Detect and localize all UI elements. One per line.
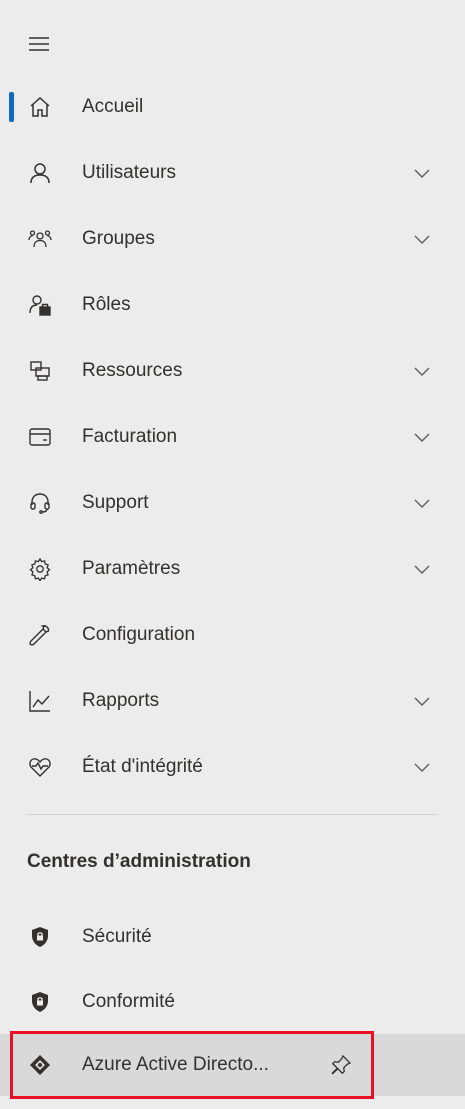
nav-item-support[interactable]: Support [0,472,465,534]
section-divider [27,814,437,815]
nav-item-etat-integrite[interactable]: État d'intégrité [0,736,465,798]
admin-centers-title: Centres d’administration [27,851,251,872]
shield-lock-icon [28,925,52,949]
heart-pulse-icon [28,755,52,779]
chevron-down-icon[interactable] [412,691,432,711]
gear-icon [28,557,52,581]
nav-item-label: Rôles [82,294,131,315]
home-icon [28,95,52,119]
selected-indicator [9,92,14,122]
wrench-icon [28,623,52,647]
resources-icon [28,359,52,383]
shield-lock-icon [28,990,52,1014]
nav-item-label: Ressources [82,360,183,381]
chevron-down-icon[interactable] [412,493,432,513]
navigation-pane: Accueil Utilisateurs Groupes Rôles Resso… [0,0,465,1109]
nav-item-label: Support [82,492,149,513]
chevron-down-icon[interactable] [412,361,432,381]
admin-item-label: Sécurité [82,926,152,947]
nav-item-label: Groupes [82,228,155,249]
nav-item-label: Utilisateurs [82,162,176,183]
nav-item-facturation[interactable]: Facturation [0,406,465,468]
groups-icon [28,227,52,251]
hamburger-menu-icon[interactable] [27,32,51,56]
nav-item-label: Configuration [82,624,196,645]
admin-item-securite[interactable]: Sécurité [0,906,465,968]
nav-item-utilisateurs[interactable]: Utilisateurs [0,142,465,204]
nav-item-rapports[interactable]: Rapports [0,670,465,732]
chevron-down-icon[interactable] [412,559,432,579]
nav-item-ressources[interactable]: Ressources [0,340,465,402]
nav-item-label: Paramètres [82,558,181,579]
user-icon [28,161,52,185]
chevron-down-icon[interactable] [412,757,432,777]
nav-item-configuration[interactable]: Configuration [0,604,465,666]
nav-item-groupes[interactable]: Groupes [0,208,465,270]
highlight-annotation-box [10,1031,374,1099]
nav-item-label: État d'intégrité [82,756,203,777]
nav-item-roles[interactable]: Rôles [0,274,465,336]
chevron-down-icon[interactable] [412,427,432,447]
chevron-down-icon[interactable] [412,229,432,249]
nav-item-parametres[interactable]: Paramètres [0,538,465,600]
admin-item-label: Conformité [82,991,175,1012]
billing-icon [28,425,52,449]
headset-icon [28,491,52,515]
nav-item-accueil[interactable]: Accueil [0,76,465,138]
chevron-down-icon[interactable] [412,163,432,183]
nav-item-label: Rapports [82,690,160,711]
nav-item-label: Accueil [82,96,144,117]
nav-item-label: Facturation [82,426,178,447]
admin-item-conformite[interactable]: Conformité [0,971,465,1033]
chart-icon [28,689,52,713]
roles-icon [28,293,52,317]
